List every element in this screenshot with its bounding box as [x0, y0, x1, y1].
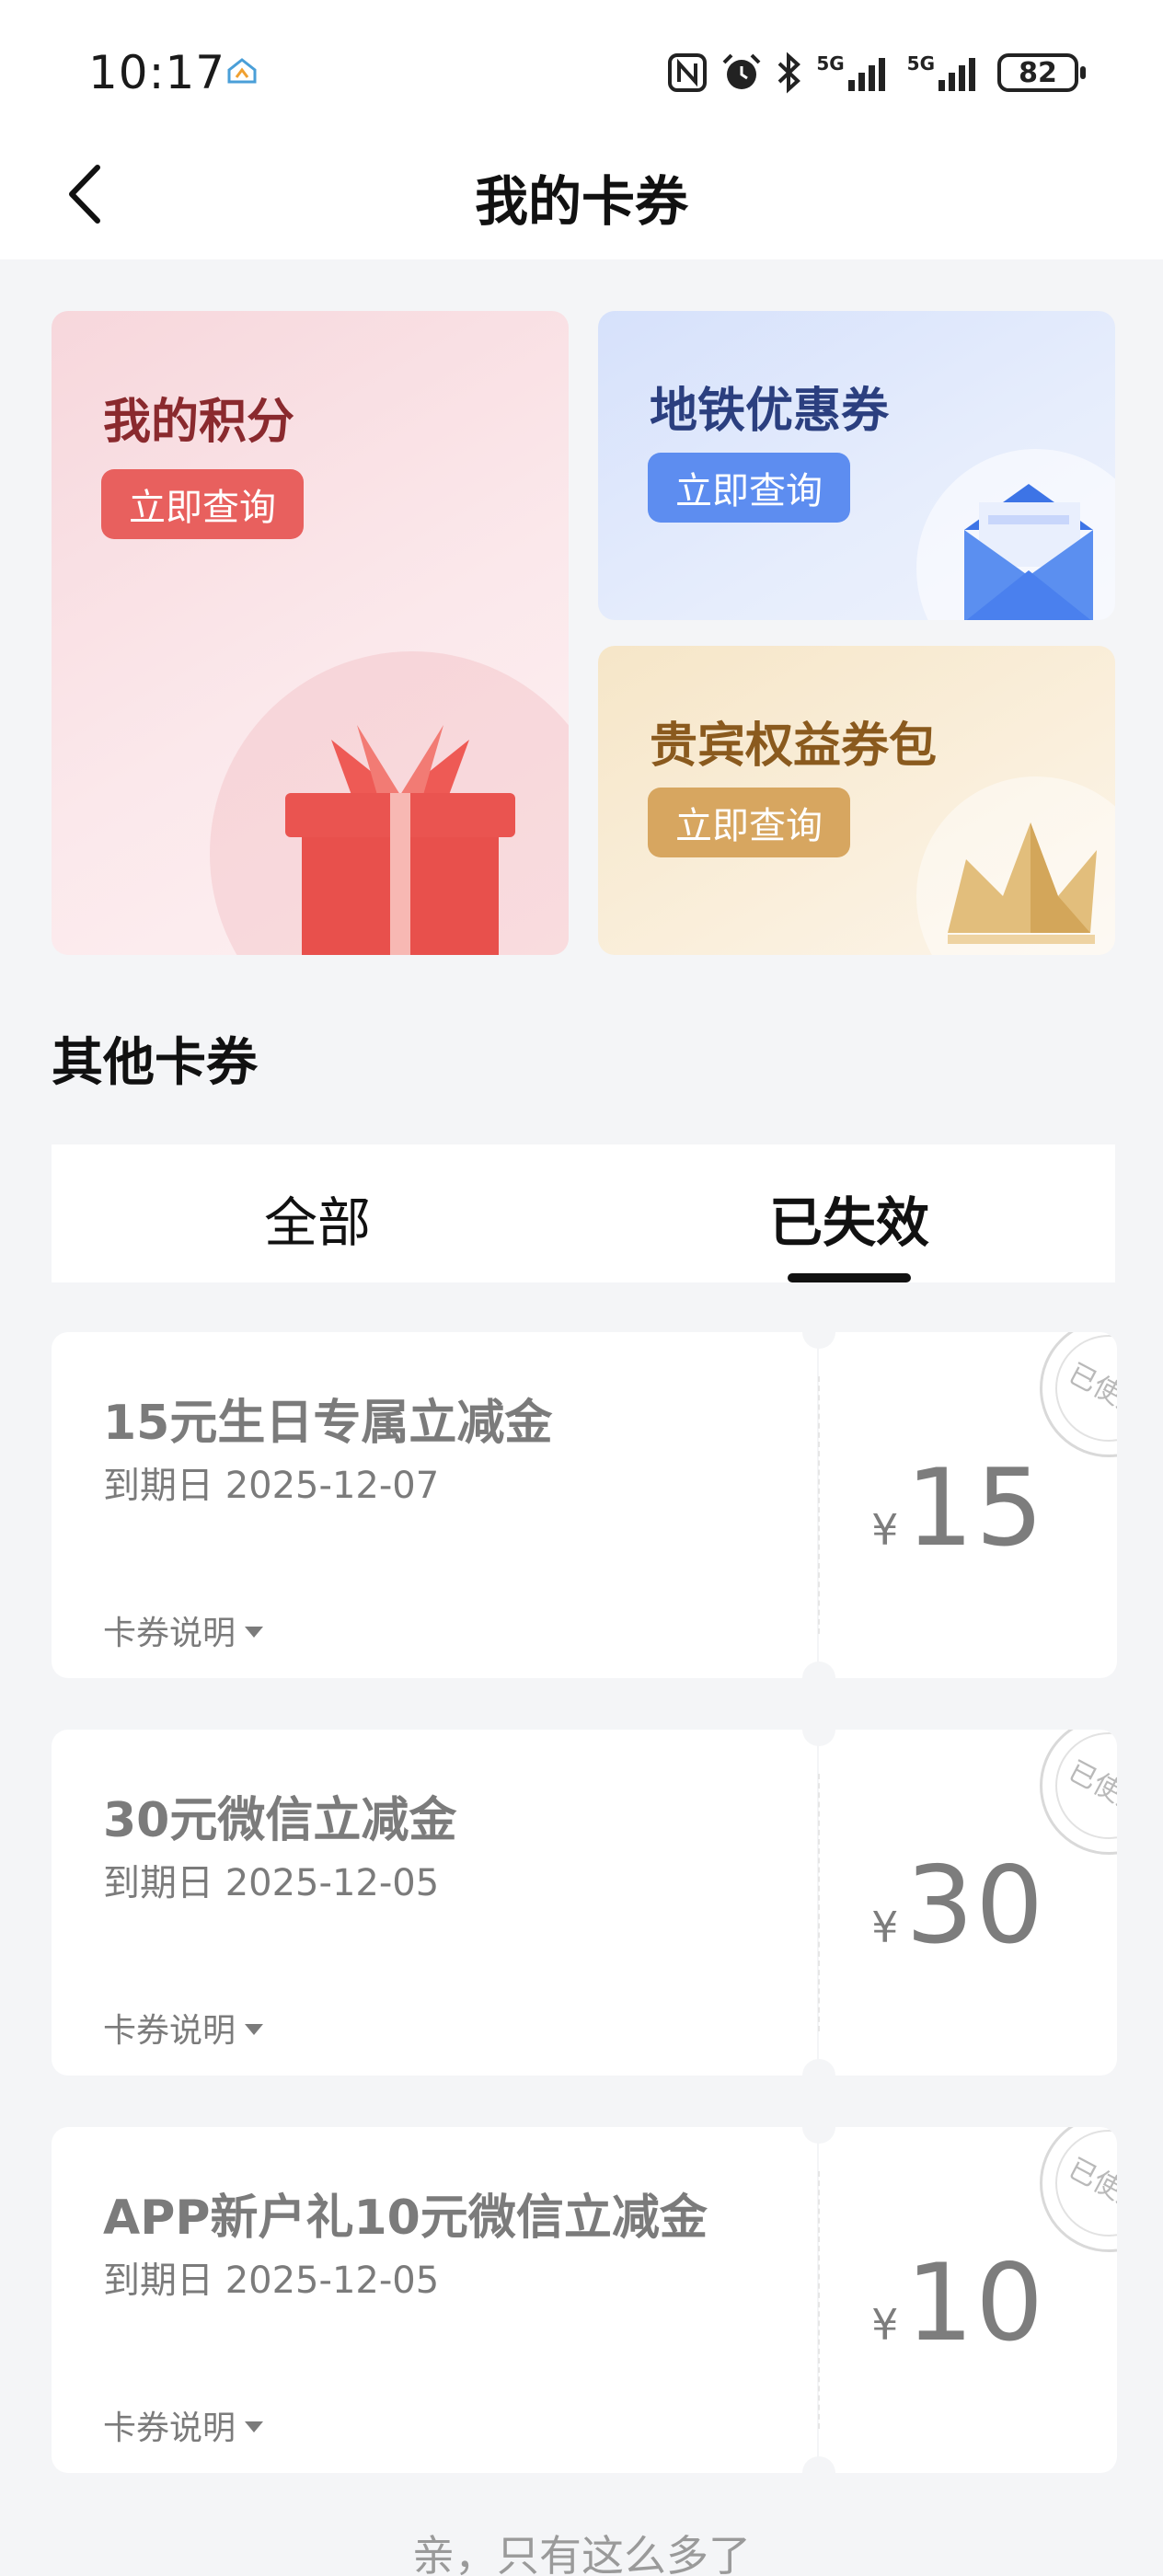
signal-label: 5G — [816, 52, 845, 75]
ticket-notch — [802, 2456, 835, 2490]
signal-5g-icon: 5G — [907, 52, 985, 93]
status-time: 10:17 — [88, 46, 226, 99]
alarm-icon — [722, 53, 761, 89]
active-tab-indicator — [788, 1273, 911, 1282]
metro-query-button[interactable]: 立即查询 — [648, 453, 850, 523]
vip-query-button[interactable]: 立即查询 — [648, 788, 850, 857]
ticket-divider — [818, 1376, 820, 1634]
caret-down-icon — [245, 1627, 264, 1638]
coupon-name: APP新户礼10元微信立减金 — [103, 2191, 708, 2246]
coupon-description-label: 卡券说明 — [103, 1615, 236, 1652]
amount-value: 30 — [905, 1844, 1045, 1968]
coupon-description-toggle[interactable]: 卡券说明 — [103, 2401, 264, 2449]
coupon-description-label: 卡券说明 — [103, 2012, 236, 2050]
coupon-amount-panel: 已使用 ¥ 10 — [819, 2127, 1117, 2473]
coupon-card[interactable]: APP新户礼10元微信立减金 到期日 2025-12-05 卡券说明 已使用 ¥… — [52, 2110, 1117, 2490]
end-of-list-note: 亲，只有这么多了 — [412, 2531, 751, 2576]
metro-card-title: 地铁优惠券 — [650, 384, 890, 439]
ticket-notch — [802, 1662, 835, 1695]
gift-icon — [285, 725, 515, 955]
ticket-divider — [818, 1774, 820, 2031]
ticket-notch — [802, 2059, 835, 2092]
signal-5g-icon: 5G — [816, 52, 893, 93]
coupon-expiry: 到期日 2025-12-05 — [103, 2260, 440, 2302]
vip-card-title: 贵宾权益券包 — [650, 719, 938, 774]
tab-all[interactable]: 全部 — [52, 1179, 583, 1257]
coupon-card[interactable]: 30元微信立减金 到期日 2025-12-05 卡券说明 已使用 ¥ 30 — [52, 1713, 1117, 2092]
amount-value: 10 — [905, 2241, 1045, 2365]
crown-icon — [948, 822, 1097, 944]
envelope-icon — [964, 484, 1093, 620]
points-card[interactable]: 我的积分 立即查询 — [52, 311, 569, 955]
coupon-amount-panel: 已使用 ¥ 15 — [819, 1332, 1117, 1678]
currency-symbol: ¥ — [871, 1903, 899, 1952]
nfc-icon — [668, 53, 708, 92]
ticket-notch — [802, 1316, 835, 1349]
coupon-name: 30元微信立减金 — [103, 1793, 457, 1848]
coupon-tabs: 全部 已失效 — [52, 1144, 1115, 1282]
coupon-name: 15元生日专属立减金 — [103, 1396, 553, 1451]
status-icons: 5G 5G 82 — [667, 52, 1086, 94]
used-stamp: 已使用 — [1040, 2127, 1117, 2252]
signal-label: 5G — [906, 52, 935, 75]
coupon-card[interactable]: 15元生日专属立减金 到期日 2025-12-07 卡券说明 已使用 ¥ 15 — [52, 1316, 1117, 1695]
coupon-expiry: 到期日 2025-12-07 — [103, 1465, 440, 1507]
ticket-notch — [802, 2110, 835, 2144]
tab-expired[interactable]: 已失效 — [583, 1179, 1115, 1257]
coupon-amount-panel: 已使用 ¥ 30 — [819, 1730, 1117, 2076]
coupon-info: 30元微信立减金 到期日 2025-12-05 卡券说明 — [52, 1730, 817, 2076]
used-stamp: 已使用 — [1040, 1332, 1117, 1457]
coupon-description-toggle[interactable]: 卡券说明 — [103, 2004, 264, 2052]
page-title: 我的卡券 — [474, 170, 688, 233]
coupon-description-toggle[interactable]: 卡券说明 — [103, 1606, 264, 1654]
used-stamp: 已使用 — [1040, 1730, 1117, 1855]
battery-icon: 82 — [997, 53, 1086, 92]
bluetooth-icon — [777, 52, 801, 94]
battery-level: 82 — [1019, 56, 1057, 89]
coupon-info: APP新户礼10元微信立减金 到期日 2025-12-05 卡券说明 — [52, 2127, 817, 2473]
currency-symbol: ¥ — [871, 2300, 899, 2350]
amount-value: 15 — [905, 1446, 1045, 1570]
caret-down-icon — [245, 2421, 264, 2432]
coupon-amount: ¥ 15 — [871, 1446, 1045, 1570]
ticket-divider — [818, 2171, 820, 2429]
coupon-info: 15元生日专属立减金 到期日 2025-12-07 卡券说明 — [52, 1332, 817, 1678]
top-bar: 10:17 5G 5G 82 我的卡券 — [0, 0, 1163, 259]
app-home-icon — [227, 58, 257, 84]
coupon-amount: ¥ 30 — [871, 1844, 1045, 1968]
coupon-amount: ¥ 10 — [871, 2241, 1045, 2365]
points-card-title: 我的积分 — [103, 395, 295, 450]
ticket-notch — [802, 1713, 835, 1746]
currency-symbol: ¥ — [871, 1505, 899, 1555]
caret-down-icon — [245, 2024, 264, 2035]
metro-coupon-card[interactable]: 地铁优惠券 立即查询 — [598, 311, 1115, 620]
coupon-expiry: 到期日 2025-12-05 — [103, 1862, 440, 1904]
coupon-description-label: 卡券说明 — [103, 2409, 236, 2447]
points-query-button[interactable]: 立即查询 — [101, 469, 304, 539]
vip-benefits-card[interactable]: 贵宾权益券包 立即查询 — [598, 646, 1115, 955]
section-title: 其他卡券 — [52, 1033, 258, 1093]
